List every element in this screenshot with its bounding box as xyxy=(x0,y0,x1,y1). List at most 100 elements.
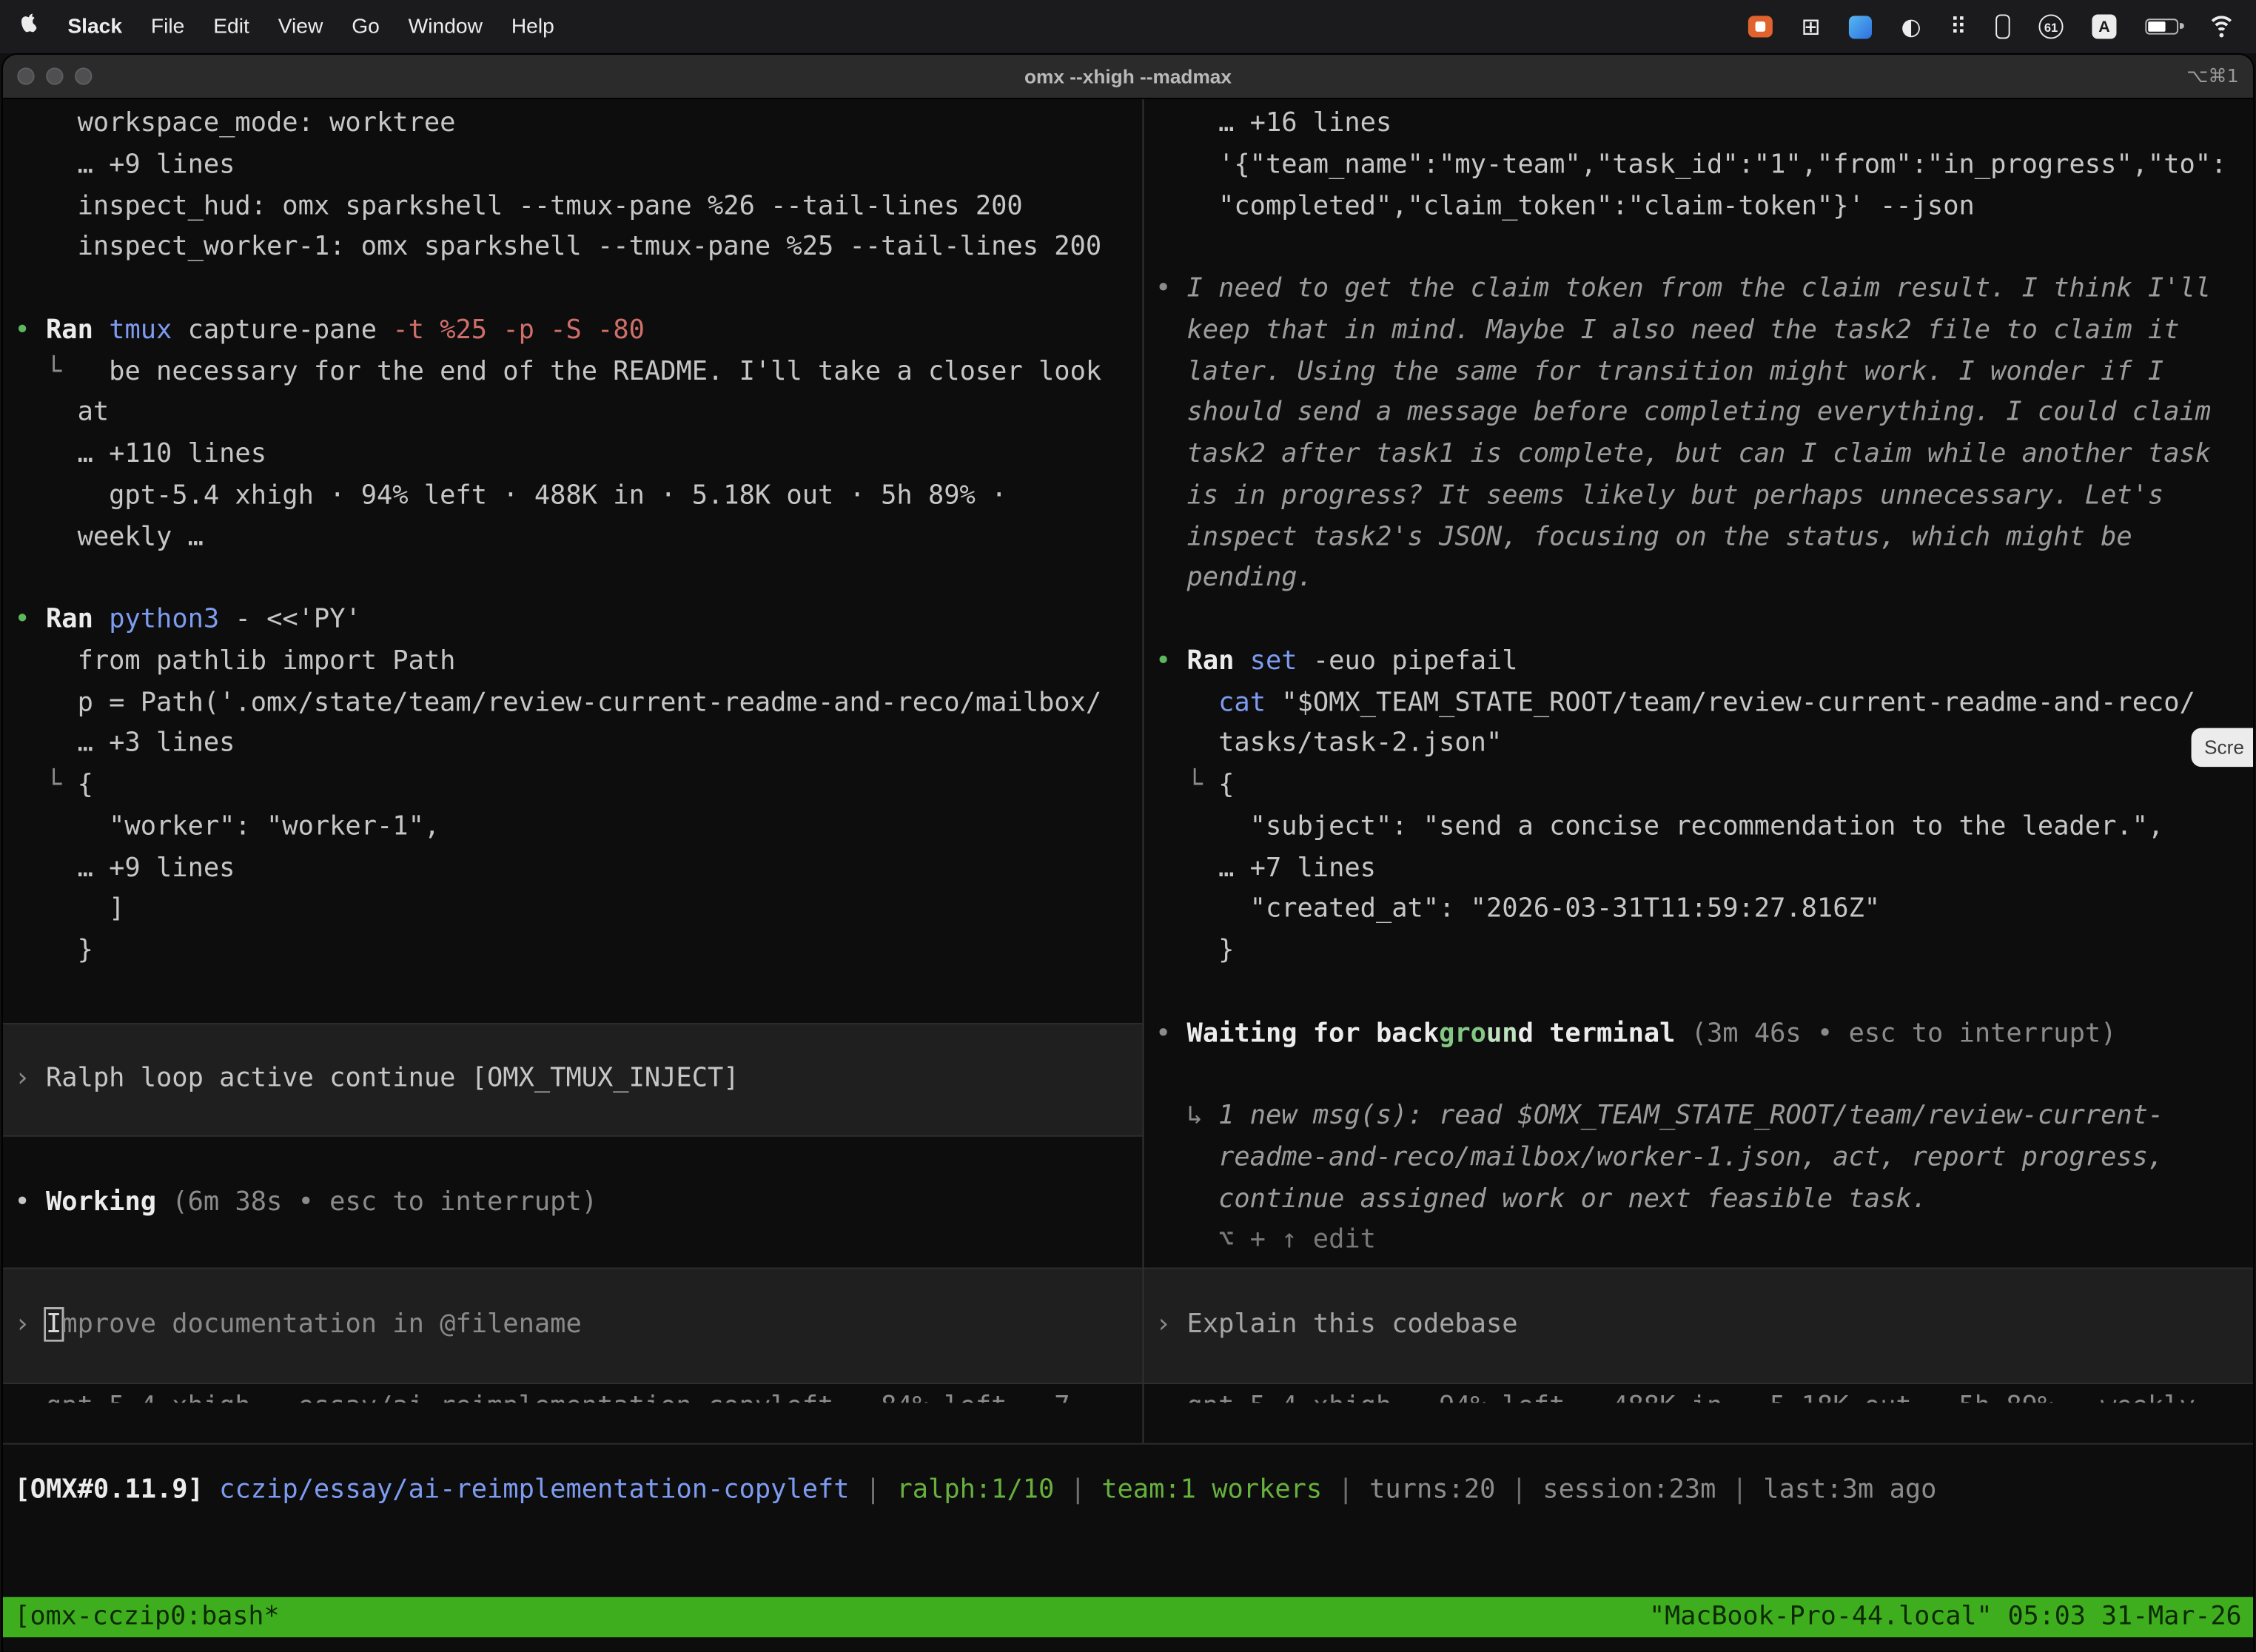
terminal-line: should send a message before completing … xyxy=(1144,393,2253,434)
terminal-line: at xyxy=(3,393,1143,434)
terminal-line: gpt-5.4 xhigh · 94% left · 488K in · 5.1… xyxy=(1144,1386,2253,1403)
terminal-content: workspace_mode: worktree … +9 lines insp… xyxy=(3,99,2253,1651)
injected-prompt-box[interactable]: › Ralph loop active continue [OMX_TMUX_I… xyxy=(3,1023,1143,1136)
terminal-line: gpt-5.4 xhigh · essay/ai-reimplementatio… xyxy=(3,1387,1143,1403)
tmux-status-bar: [omx-cczip0:bash* "MacBook-Pro-44.local"… xyxy=(3,1597,2253,1637)
status-segment: turns:20 xyxy=(1369,1474,1495,1505)
terminal-line: inspect_hud: omx sparkshell --tmux-pane … xyxy=(3,187,1143,228)
terminal-line: └ be necessary for the end of the README… xyxy=(3,352,1143,393)
terminal-blank-line xyxy=(3,269,1143,311)
terminal-line: • Ran python3 - <<'PY' xyxy=(3,600,1143,642)
terminal-line: inspect_worker-1: omx sparkshell --tmux-… xyxy=(3,228,1143,269)
status-segment: | xyxy=(1716,1474,1763,1505)
phone-icon[interactable] xyxy=(1995,14,2010,38)
right-pane[interactable]: … +16 lines '{"team_name":"my-team","tas… xyxy=(1144,99,2253,1403)
terminal-line: … +9 lines xyxy=(3,145,1143,187)
terminal-line: '{"team_name":"my-team","task_id":"1","f… xyxy=(1144,145,2253,187)
menu-view[interactable]: View xyxy=(278,15,323,38)
terminal-line: • Working (6m 38s • esc to interrupt) xyxy=(3,1182,1143,1223)
zoom-button[interactable] xyxy=(75,67,92,84)
terminal-block: gpt-5.4 xhigh · essay/ai-reimplementatio… xyxy=(3,1387,1143,1403)
terminal-line: cat "$OMX_TEAM_STATE_ROOT/team/review-cu… xyxy=(1144,682,2253,724)
terminal-line: └ { xyxy=(3,765,1143,807)
terminal-line: ] xyxy=(3,890,1143,931)
terminal-line: "created_at": "2026-03-31T11:59:27.816Z" xyxy=(1144,890,2253,931)
terminal-line: later. Using the same for transition mig… xyxy=(1144,352,2253,393)
terminal-blank-line xyxy=(1144,228,2253,269)
menu-window[interactable]: Window xyxy=(409,15,483,38)
status-segment: cczip/essay/ai-reimplementation-copyleft xyxy=(219,1474,849,1505)
terminal-line: } xyxy=(1144,931,2253,973)
terminal-line: continue assigned work or next feasible … xyxy=(1144,1179,2253,1220)
menu-bar-menus: File Edit View Go Window Help xyxy=(151,15,554,38)
terminal-line: • Waiting for background terminal (3m 46… xyxy=(1144,1013,2253,1055)
prompt-input-left[interactable]: › Improve documentation in @filename xyxy=(3,1268,1143,1384)
terminal-line: └ { xyxy=(1144,765,2253,807)
terminal-line: • Ran set -euo pipefail xyxy=(1144,641,2253,682)
menu-help[interactable]: Help xyxy=(511,15,554,38)
input-source-icon[interactable]: A xyxy=(2092,14,2116,38)
dots-grid-icon[interactable]: ⠿ xyxy=(1950,15,1967,38)
window-title-bar[interactable]: omx --xhigh --madmax ⌥⌘1 xyxy=(3,55,2253,99)
window-grid-icon[interactable]: ⊞ xyxy=(1802,15,1821,38)
status-segment: [OMX#0.11.9] xyxy=(14,1474,219,1505)
terminal-line: "worker": "worker-1", xyxy=(3,807,1143,848)
apple-icon xyxy=(20,12,38,42)
status-segment: session:23m xyxy=(1542,1474,1716,1505)
terminal-block: workspace_mode: worktree … +9 lines insp… xyxy=(3,104,1143,269)
terminal-line: pending. xyxy=(1144,559,2253,600)
close-button[interactable] xyxy=(17,67,34,84)
recording-indicator[interactable] xyxy=(1748,16,1773,37)
apple-menu[interactable] xyxy=(20,12,38,42)
menu-edit[interactable]: Edit xyxy=(213,15,249,38)
status-segment: | xyxy=(850,1474,897,1505)
terminal-block: • Waiting for background terminal (3m 46… xyxy=(1144,1013,2253,1055)
terminal-line: workspace_mode: worktree xyxy=(3,104,1143,145)
footer-divider xyxy=(3,1443,2253,1445)
terminal-line: ↳ 1 new msg(s): read $OMX_TEAM_STATE_ROO… xyxy=(1144,1096,2253,1138)
terminal-window: omx --xhigh --madmax ⌥⌘1 workspace_mode:… xyxy=(3,55,2253,1652)
terminal-block: … +16 lines '{"team_name":"my-team","tas… xyxy=(1144,104,2253,228)
half-circle-icon[interactable]: ◐ xyxy=(1901,15,1921,38)
omx-status-line: [OMX#0.11.9] cczip/essay/ai-reimplementa… xyxy=(3,1471,2253,1512)
terminal-line: p = Path('.omx/state/team/review-current… xyxy=(3,682,1143,724)
battery-icon[interactable] xyxy=(2145,19,2178,35)
terminal-block: • Ran python3 - <<'PY' from pathlib impo… xyxy=(3,600,1143,973)
badge-61-icon[interactable]: 61 xyxy=(2039,14,2064,38)
terminal-line: • Ran tmux capture-pane -t %25 -p -S -80 xyxy=(3,310,1143,352)
tmux-host-clock-label: "MacBook-Pro-44.local" 05:03 31-Mar-26 xyxy=(1649,1596,2242,1638)
wifi-icon[interactable] xyxy=(2207,15,2236,38)
terminal-line: • I need to get the claim token from the… xyxy=(1144,269,2253,311)
status-segment: | xyxy=(1322,1474,1369,1505)
terminal-line: task2 after task1 is complete, but can I… xyxy=(1144,434,2253,476)
terminal-block: gpt-5.4 xhigh · 94% left · 488K in · 5.1… xyxy=(1144,1386,2253,1403)
terminal-line: › Improve documentation in @filename xyxy=(3,1306,1143,1347)
screen-notification-chip[interactable]: Scre xyxy=(2192,728,2254,767)
terminal-line: "subject": "send a concise recommendatio… xyxy=(1144,807,2253,848)
terminal-line: ⌥ + ↑ edit xyxy=(1144,1220,2253,1262)
terminal-line: … +7 lines xyxy=(1144,848,2253,890)
prompt-input-right[interactable]: › Explain this codebase xyxy=(1144,1268,2253,1384)
menu-bar-status-icons: ⊞ ◐ ⠿ 61 A xyxy=(1748,14,2236,38)
minimize-button[interactable] xyxy=(46,67,63,84)
blue-app-icon[interactable] xyxy=(1850,15,1873,38)
terminal-line: weekly … xyxy=(3,517,1143,559)
menu-go[interactable]: Go xyxy=(352,15,380,38)
tmux-session-label: [omx-cczip0:bash* xyxy=(14,1596,279,1638)
terminal-line: is in progress? It seems likely but perh… xyxy=(1144,476,2253,517)
terminal-line: inspect task2's JSON, focusing on the st… xyxy=(1144,517,2253,559)
terminal-blank-line xyxy=(1144,973,2253,1014)
terminal-block: • Working (6m 38s • esc to interrupt) xyxy=(3,1182,1143,1223)
terminal-line: … +3 lines xyxy=(3,724,1143,765)
terminal-line: › Explain this codebase xyxy=(1144,1305,2253,1346)
terminal-block: • Ran set -euo pipefail cat "$OMX_TEAM_S… xyxy=(1144,641,2253,972)
terminal-line: … +110 lines xyxy=(3,434,1143,476)
terminal-block: ↳ 1 new msg(s): read $OMX_TEAM_STATE_ROO… xyxy=(1144,1096,2253,1262)
terminal-line: "completed","claim_token":"claim-token"}… xyxy=(1144,187,2253,228)
terminal-block: • Ran tmux capture-pane -t %25 -p -S -80… xyxy=(3,310,1143,558)
left-pane[interactable]: workspace_mode: worktree … +9 lines insp… xyxy=(3,99,1143,1403)
menu-bar: Slack File Edit View Go Window Help ⊞ ◐ ⠿ 61 A xyxy=(0,0,2256,53)
app-menu-slack[interactable]: Slack xyxy=(67,15,122,38)
menu-file[interactable]: File xyxy=(151,15,184,38)
menu-bar-left: Slack File Edit View Go Window Help xyxy=(20,12,554,42)
